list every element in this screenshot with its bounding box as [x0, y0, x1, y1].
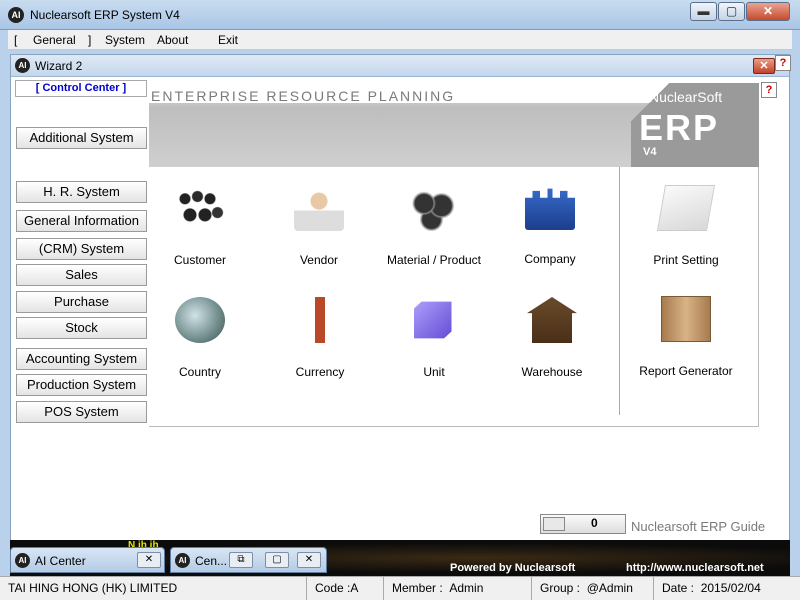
tile-label: Customer: [173, 253, 226, 267]
status-date: Date : 2015/02/04: [654, 577, 800, 600]
nav-purchase[interactable]: Purchase: [16, 291, 147, 313]
menu-exit[interactable]: Exit: [218, 33, 238, 47]
nav-production-system[interactable]: Production System: [16, 374, 147, 396]
tile-label: Country: [178, 365, 222, 379]
tile-company[interactable]: Company: [495, 164, 605, 274]
group-label: Group :: [540, 581, 581, 595]
menu-bracket-open: [: [14, 33, 18, 47]
window-title: Nuclearsoft ERP System V4: [30, 8, 180, 22]
wizard-close-button[interactable]: ✕: [753, 58, 775, 74]
date-label: Date :: [662, 581, 695, 595]
nav-additional-system[interactable]: Additional System: [16, 127, 147, 149]
customer-group-icon: [175, 185, 225, 231]
tile-label: Currency: [295, 365, 345, 379]
cube-icon: [414, 301, 452, 339]
tile-label: Print Setting: [653, 253, 719, 267]
tile-label: Company: [524, 252, 576, 266]
nav-accounting-system[interactable]: Accounting System: [16, 348, 147, 370]
tab-close-icon[interactable]: ✕: [137, 552, 161, 568]
guide-knob[interactable]: [543, 517, 565, 531]
tile-country[interactable]: Country: [145, 277, 255, 387]
menu-general[interactable]: General: [33, 33, 76, 47]
minimize-button[interactable]: ▬: [690, 2, 717, 21]
guide-toggle[interactable]: 0: [540, 514, 626, 534]
guide-value: 0: [591, 516, 598, 530]
status-code: Code :A: [307, 577, 384, 600]
tile-label: Report Generator: [639, 364, 733, 378]
tile-material-product[interactable]: Material / Product: [379, 165, 489, 275]
tile-customer[interactable]: Customer: [145, 165, 255, 275]
material-wheels-icon: [409, 185, 459, 231]
member-label: Member :: [392, 581, 443, 595]
tab-label: Cen...: [195, 554, 228, 568]
menu-about[interactable]: About: [157, 33, 188, 47]
tile-label: Vendor: [299, 253, 339, 267]
warehouse-icon: [527, 297, 577, 343]
tab-close-icon[interactable]: ✕: [297, 552, 321, 568]
status-company: TAI HING HONG (HK) LIMITED: [0, 577, 307, 600]
tab-ai-center[interactable]: AI AI Center ✕: [10, 547, 165, 573]
maximize-button[interactable]: ▢: [718, 2, 745, 21]
nav-hr-system[interactable]: H. R. System: [16, 181, 147, 203]
date-value: 2015/02/04: [700, 581, 761, 595]
erp-logo: NuclearSoft ERP V4: [631, 83, 759, 167]
content-separator: [619, 167, 620, 415]
banner-help-icon[interactable]: ?: [761, 82, 777, 98]
tile-warehouse[interactable]: Warehouse: [497, 277, 607, 387]
help-icon[interactable]: ?: [775, 55, 791, 71]
report-book-icon: [661, 296, 711, 342]
wizard-titlebar: AI Wizard 2 ✕ ?: [11, 55, 791, 77]
globe-icon: [175, 297, 225, 343]
tile-label: Material / Product: [386, 253, 482, 267]
tile-report-generator[interactable]: Report Generator: [631, 276, 741, 386]
nav-stock[interactable]: Stock: [16, 317, 147, 339]
status-bar: TAI HING HONG (HK) LIMITED Code :A Membe…: [0, 576, 800, 600]
ai-center-logo-icon: AI: [15, 553, 30, 568]
tab-control-center[interactable]: AI Cen... ⧉ ▢ ✕: [170, 547, 327, 573]
logo-brand: NuclearSoft: [649, 89, 723, 105]
print-paper-icon: [656, 185, 716, 231]
currency-icon: [295, 297, 345, 343]
menu-system[interactable]: System: [105, 33, 145, 47]
vendor-person-icon: [294, 185, 344, 231]
tile-label: Warehouse: [521, 365, 583, 379]
guide-label: Nuclearsoft ERP Guide: [631, 519, 766, 534]
nav-general-information[interactable]: General Information: [16, 210, 147, 232]
nav-sales[interactable]: Sales: [16, 264, 147, 286]
company-castle-icon: [525, 188, 575, 230]
tab-label: AI Center: [35, 554, 86, 568]
app-logo-icon: AI: [8, 7, 24, 23]
status-group: Group : @Admin: [532, 577, 654, 600]
wizard-window: AI Wizard 2 ✕ ? [ Control Center ] Addit…: [10, 54, 791, 544]
tile-currency[interactable]: Currency: [265, 277, 375, 387]
menu-bracket-close: ]: [88, 33, 92, 47]
app-titlebar: AI Nuclearsoft ERP System V4 ▬ ▢ ✕: [0, 0, 800, 30]
tab-maximize-icon[interactable]: ▢: [265, 552, 289, 568]
wizard-title: Wizard 2: [35, 59, 83, 73]
banner-title: ENTERPRISE RESOURCE PLANNING: [151, 88, 456, 104]
nav-pos-system[interactable]: POS System: [16, 401, 147, 423]
erp-banner: ENTERPRISE RESOURCE PLANNING NuclearSoft…: [149, 83, 759, 167]
control-center-label[interactable]: [ Control Center ]: [15, 80, 147, 97]
group-value: @Admin: [586, 581, 633, 595]
website-link[interactable]: http://www.nuclearsoft.net: [626, 562, 764, 574]
nav-crm-system[interactable]: (CRM) System: [16, 238, 147, 260]
powered-by-text: Powered by Nuclearsoft: [450, 562, 576, 574]
tile-label: Unit: [423, 365, 445, 379]
close-button[interactable]: ✕: [746, 2, 790, 21]
member-value: Admin: [449, 581, 484, 595]
logo-erp: ERP: [639, 107, 720, 148]
tab-restore-icon[interactable]: ⧉: [229, 552, 253, 568]
wizard-logo-icon: AI: [15, 58, 30, 73]
tile-unit[interactable]: Unit: [379, 277, 489, 387]
tile-vendor[interactable]: Vendor: [264, 165, 374, 275]
control-center-logo-icon: AI: [175, 553, 190, 568]
logo-version: V4: [643, 146, 657, 158]
menu-bar: [ General ] System About Exit: [8, 30, 792, 50]
tile-print-setting[interactable]: Print Setting: [631, 165, 741, 275]
status-member: Member : Admin: [384, 577, 532, 600]
